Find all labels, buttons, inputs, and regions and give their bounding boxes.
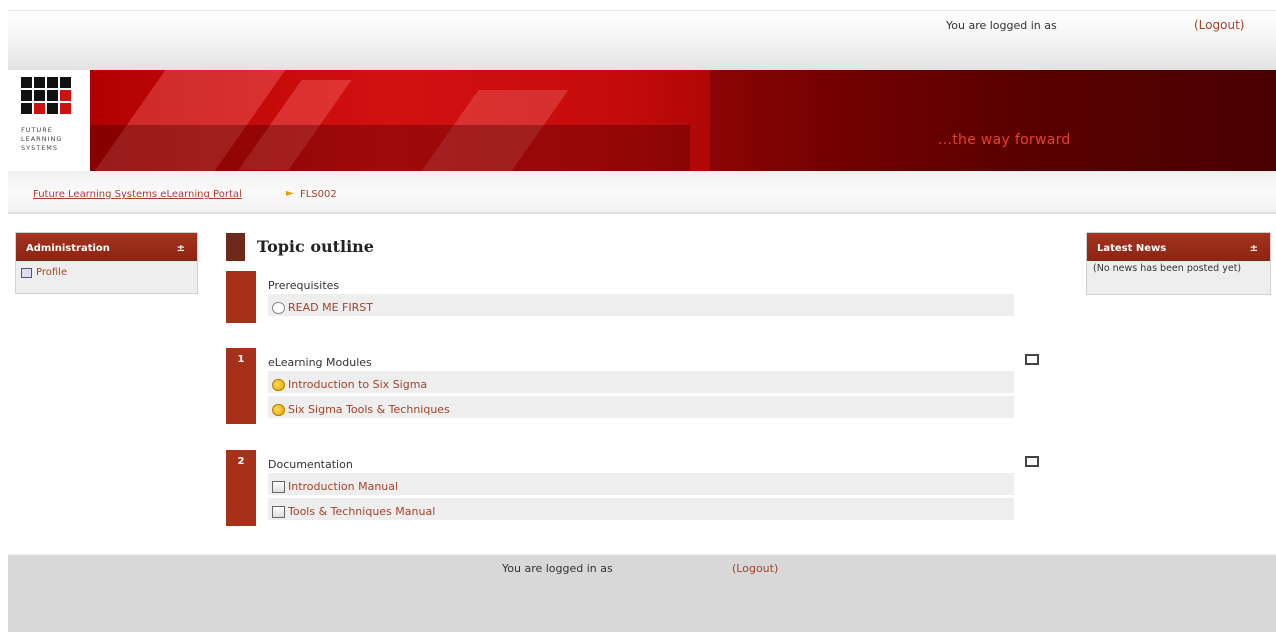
section-number <box>226 271 256 323</box>
breadcrumb-current: FLS002 <box>300 189 337 200</box>
section-title: Documentation <box>268 458 353 471</box>
profile-icon <box>21 267 32 278</box>
topic-outline-marker <box>226 233 245 261</box>
latest-news-header: Latest News ± <box>1087 233 1270 261</box>
page-icon <box>272 301 285 314</box>
section-number: 2 <box>226 450 256 526</box>
collapse-toggle-icon[interactable]: ± <box>177 243 185 254</box>
profile-link[interactable]: Profile <box>16 261 197 278</box>
administration-block-header: Administration ± <box>16 233 197 261</box>
latest-news-block: Latest News ± (No news has been posted y… <box>1086 232 1271 295</box>
breadcrumb: Future Learning Systems eLearning Portal… <box>8 171 1276 214</box>
resource-icon <box>272 480 285 493</box>
login-status: You are logged in as <box>946 19 1057 32</box>
activity-link[interactable]: Introduction to Six Sigma <box>268 371 1014 393</box>
activity-label: READ ME FIRST <box>288 301 373 314</box>
profile-label: Profile <box>36 267 68 278</box>
footer-login-status: You are logged in as <box>502 562 613 575</box>
activity-label: Introduction Manual <box>288 480 399 493</box>
logout-link[interactable]: (Logout) <box>1194 18 1244 32</box>
logo-text: FUTURE LEARNING SYSTEMS <box>21 126 63 152</box>
top-bar: You are logged in as (Logout) <box>8 10 1276 70</box>
activity-label: Six Sigma Tools & Techniques <box>288 403 450 416</box>
banner-graphic: ...the way forward <box>90 70 1276 171</box>
footer: You are logged in as (Logout) <box>8 557 1276 632</box>
banner-tagline: ...the way forward <box>938 132 1071 148</box>
scorm-icon <box>272 378 285 391</box>
breadcrumb-separator-icon: ► <box>286 188 294 199</box>
section-title: Prerequisites <box>268 279 340 292</box>
site-banner: FUTURE LEARNING SYSTEMS ...the way forwa… <box>8 70 1276 171</box>
activity-link[interactable]: Introduction Manual <box>268 473 1014 495</box>
news-empty-message: (No news has been posted yet) <box>1093 263 1242 274</box>
collapse-toggle-icon[interactable]: ± <box>1250 243 1258 254</box>
page-title: Topic outline <box>257 237 374 256</box>
scorm-icon <box>272 403 285 416</box>
administration-block: Administration ± Profile <box>15 232 198 294</box>
breadcrumb-home-link[interactable]: Future Learning Systems eLearning Portal <box>33 189 242 200</box>
activity-link[interactable]: Tools & Techniques Manual <box>268 498 1014 520</box>
section-highlight-toggle[interactable] <box>1025 354 1039 365</box>
resource-icon <box>272 505 285 518</box>
section-title: eLearning Modules <box>268 356 372 369</box>
activity-label: Tools & Techniques Manual <box>288 505 436 518</box>
section-number: 1 <box>226 348 256 424</box>
activity-link[interactable]: Six Sigma Tools & Techniques <box>268 396 1014 418</box>
site-logo[interactable]: FUTURE LEARNING SYSTEMS <box>8 70 90 171</box>
activity-label: Introduction to Six Sigma <box>288 378 428 391</box>
administration-title: Administration <box>26 243 110 254</box>
footer-logout-link[interactable]: (Logout) <box>732 562 778 575</box>
section-highlight-toggle[interactable] <box>1025 456 1039 467</box>
latest-news-title: Latest News <box>1097 243 1167 254</box>
activity-link[interactable]: READ ME FIRST <box>268 294 1014 316</box>
